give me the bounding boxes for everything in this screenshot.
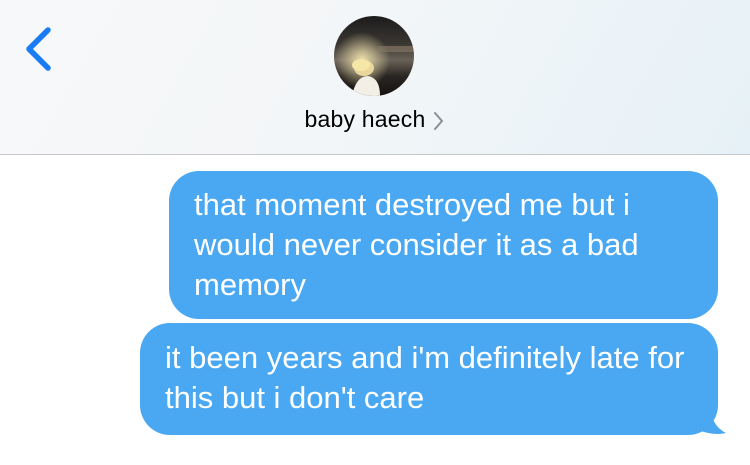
message-thread[interactable]: that moment destroyed me but i would nev… <box>0 155 750 465</box>
avatar[interactable] <box>334 16 414 96</box>
outgoing-message-bubble[interactable]: it been years and i'm definitely late fo… <box>140 323 718 435</box>
chevron-left-icon <box>26 27 51 71</box>
message-text: it been years and i'm definitely late fo… <box>165 340 685 415</box>
contact-name: baby haech <box>304 105 426 132</box>
back-button[interactable] <box>18 22 62 78</box>
bubble-tail <box>690 403 726 434</box>
contact-details-button[interactable]: baby haech <box>0 104 750 134</box>
outgoing-message-bubble[interactable]: that moment destroyed me but i would nev… <box>169 171 718 319</box>
conversation-header: baby haech <box>0 0 750 155</box>
chevron-right-icon <box>434 111 444 130</box>
messages-screen: baby haech that moment destroyed me but … <box>0 0 750 465</box>
message-text: that moment destroyed me but i would nev… <box>194 187 639 302</box>
avatar-image <box>334 16 414 96</box>
